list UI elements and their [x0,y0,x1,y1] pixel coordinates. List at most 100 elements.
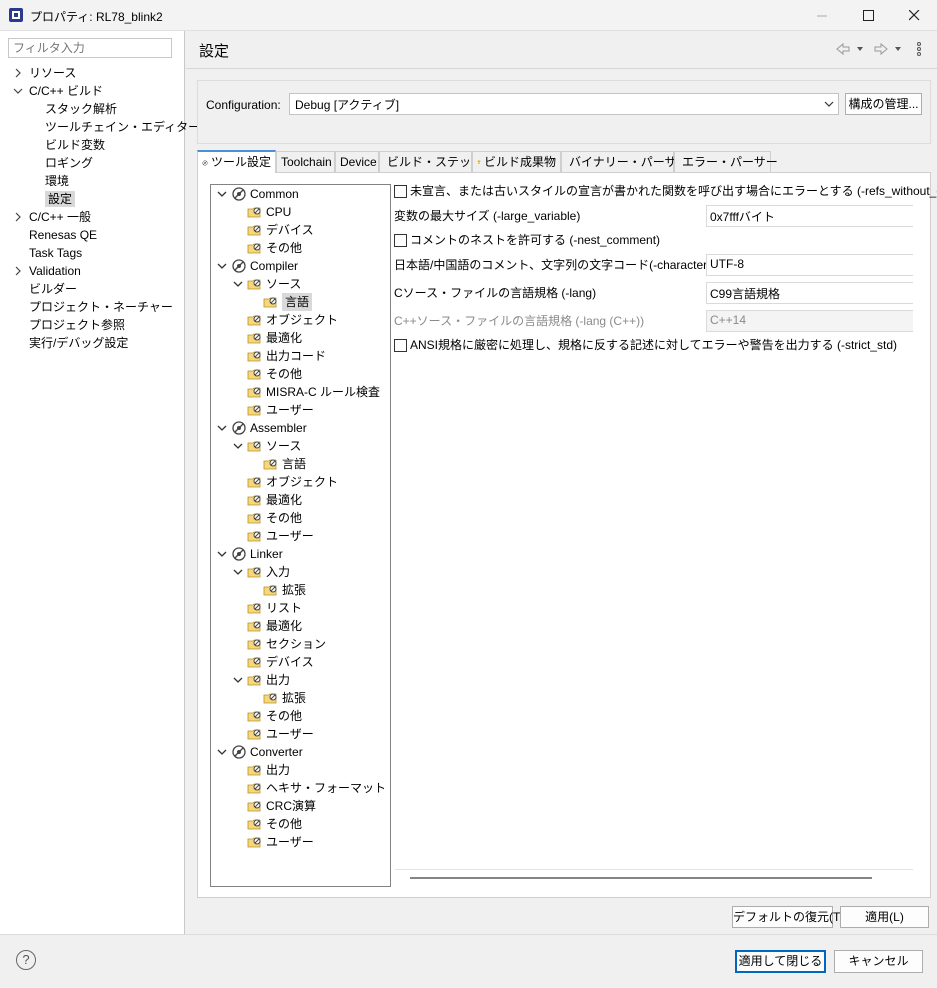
tree-node[interactable]: 出力 [247,761,290,779]
option-nest-comment[interactable]: コメントのネストを許可する (-nest_comment) [394,230,660,250]
tree-node[interactable]: CRC演算 [247,797,316,815]
minimize-button[interactable] [799,0,845,30]
tree-node[interactable]: 拡張 [263,581,306,599]
tree-node[interactable]: Assembler [217,419,307,437]
tree-node[interactable]: デバイス [247,221,314,239]
chevron-down-icon[interactable] [217,747,227,757]
chevron-down-icon[interactable] [233,279,243,289]
tree-node[interactable]: Linker [217,545,283,563]
restore-defaults-button[interactable]: デフォルトの復元(T) [732,906,844,928]
lang-field[interactable]: C99言語規格 [706,282,913,304]
nav-item[interactable]: Renesas QE [29,226,97,244]
tree-node[interactable]: その他 [247,509,302,527]
tree-node[interactable]: その他 [247,239,302,257]
nav-item[interactable]: スタック解析 [45,100,117,118]
large-variable-field[interactable]: 0x7fffバイト [706,205,913,227]
tree-node[interactable]: 出力 [233,671,290,689]
manage-configurations-button[interactable]: 構成の管理... [845,93,922,115]
filter-input[interactable] [8,38,172,58]
tree-node[interactable]: Converter [217,743,303,761]
tree-node[interactable]: Common [217,185,299,203]
tree-node[interactable]: オブジェクト [247,473,338,491]
tree-node[interactable]: ソース [233,437,301,455]
tree-node[interactable]: 言語 [263,455,306,473]
nav-item[interactable]: ツールチェイン・エディター [45,118,200,136]
nav-item[interactable]: ロギング [45,154,93,172]
tree-node[interactable]: オブジェクト [247,311,338,329]
tree-node[interactable]: Compiler [217,257,298,275]
nav-item[interactable]: リソース [15,64,76,82]
nav-item[interactable]: ビルダー [29,280,77,298]
tab-device[interactable]: Device [335,151,379,172]
chevron-down-icon[interactable] [233,567,243,577]
tree-node[interactable]: 最適化 [247,491,302,509]
tree-node[interactable]: その他 [247,815,302,833]
option-strict-std[interactable]: ANSI規格に厳密に処理し、規格に反する記述に対してエラーや警告を出力する (-… [394,335,897,355]
tree-node[interactable]: CPU [247,203,291,221]
character-set-field[interactable]: UTF-8 [706,254,913,276]
forward-dropdown-icon[interactable] [895,47,901,51]
tree-node[interactable]: 言語 [263,293,313,311]
chevron-right-icon[interactable] [13,212,23,222]
tree-node[interactable]: ユーザー [247,833,314,851]
chevron-down-icon[interactable] [217,189,227,199]
view-menu-icon[interactable] [917,42,921,56]
tab-error-parser[interactable]: エラー・パーサー [674,151,778,172]
tree-node[interactable]: ユーザー [247,527,314,545]
tree-node[interactable]: デバイス [247,653,314,671]
option-refs-without-declaration[interactable]: 未宣言、または古いスタイルの宣言が書かれた関数を呼び出す場合にエラーとする (-… [394,181,937,201]
nav-item[interactable]: 実行/デバッグ設定 [29,334,128,352]
apply-button[interactable]: 適用(L) [840,906,929,928]
maximize-button[interactable] [845,0,891,30]
back-arrow-icon[interactable] [836,42,850,56]
nest-comment-checkbox[interactable] [394,233,407,247]
chevron-down-icon[interactable] [233,675,243,685]
horizontal-scrollbar[interactable] [410,877,872,879]
nav-item[interactable]: 環境 [45,172,69,190]
close-button[interactable] [891,0,937,30]
configuration-select[interactable]: Debug [アクティブ] [289,93,839,115]
forward-arrow-icon[interactable] [874,42,888,56]
tree-node[interactable]: ヘキサ・フォーマット [247,779,386,797]
nav-item[interactable]: Task Tags [29,244,82,262]
tab-binary-parser[interactable]: 0110 バイナリー・パーサー [561,151,689,172]
tree-node[interactable]: 最適化 [247,617,302,635]
tree-node[interactable]: ユーザー [247,401,314,419]
strict-std-checkbox[interactable] [394,338,407,352]
nav-item[interactable]: プロジェクト・ネーチャー [29,298,173,316]
help-button[interactable]: ? [16,950,36,970]
tree-node[interactable]: 最適化 [247,329,302,347]
back-dropdown-icon[interactable] [857,47,863,51]
chevron-down-icon[interactable] [233,441,243,451]
tree-node[interactable]: リスト [247,599,302,617]
chevron-right-icon[interactable] [13,266,23,276]
chevron-down-icon[interactable] [217,549,227,559]
tree-node[interactable]: 入力 [233,563,290,581]
folder-settings-icon [247,783,261,794]
chevron-down-icon[interactable] [217,423,227,433]
tree-node[interactable]: ユーザー [247,725,314,743]
chevron-down-icon[interactable] [13,86,23,96]
tab-build-steps[interactable]: ビルド・ステップ [379,151,483,172]
nav-item[interactable]: プロジェクト参照 [29,316,125,334]
tree-node[interactable]: 出力コード [247,347,326,365]
tree-node[interactable]: セクション [247,635,326,653]
refs-without-declaration-checkbox[interactable] [394,184,407,198]
tree-node[interactable]: その他 [247,707,302,725]
cancel-button[interactable]: キャンセル [834,950,923,973]
nav-item[interactable]: ビルド変数 [45,136,105,154]
tree-node[interactable]: MISRA-C ルール検査 [247,383,380,401]
tree-node[interactable]: その他 [247,365,302,383]
tab-toolchain[interactable]: Toolchain [276,151,335,172]
nav-item[interactable]: 設定 [45,190,76,208]
nav-item[interactable]: C/C++ ビルド [13,82,103,100]
nav-item[interactable]: C/C++ 一般 [15,208,91,226]
tab-build-artifacts[interactable]: ビルド成果物 [472,151,561,172]
chevron-right-icon[interactable] [13,68,23,78]
tab-tool-settings[interactable]: ツール設定 [197,150,276,173]
chevron-down-icon[interactable] [217,261,227,271]
tree-node[interactable]: ソース [233,275,301,293]
tree-node[interactable]: 拡張 [263,689,306,707]
apply-and-close-button[interactable]: 適用して閉じる [735,950,826,973]
nav-item[interactable]: Validation [15,262,81,280]
